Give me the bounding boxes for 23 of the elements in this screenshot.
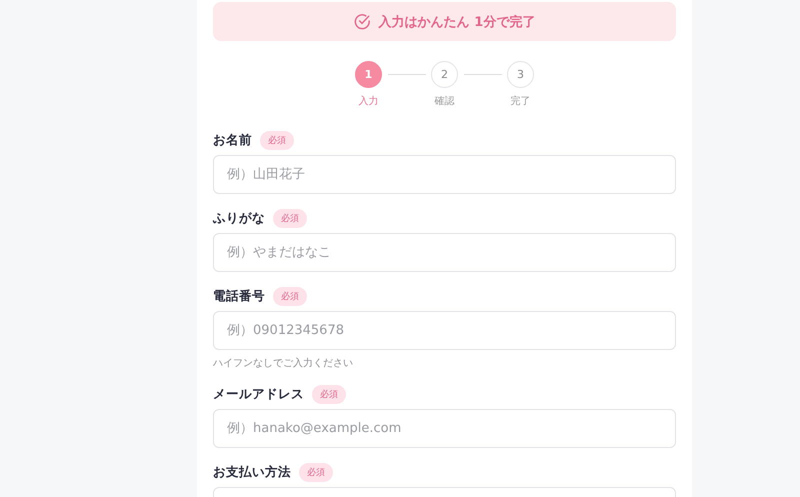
input-field[interactable]: 例）山田花子 (213, 155, 676, 194)
field-label: お支払い方法 (213, 464, 291, 480)
field-label: メールアドレス (213, 386, 304, 402)
step-label: 入力 (358, 94, 378, 108)
hint-text: ハイフンなしでご入力ください (213, 356, 354, 370)
required-badge: 必須 (299, 462, 333, 482)
required-badge: 必須 (312, 384, 346, 404)
banner-text: 入力はかんたん 1分で完了 (378, 14, 536, 30)
required-badge: 必須 (273, 286, 307, 306)
input-field[interactable]: 例）09012345678 (213, 311, 676, 350)
check-circle-icon (354, 13, 371, 30)
step-label: 確認 (434, 94, 454, 108)
step-label: 完了 (510, 94, 530, 108)
input-field[interactable]: 例）hanako@example.com (213, 409, 676, 448)
step-indicator: 1 (355, 61, 382, 88)
required-badge: 必須 (273, 208, 307, 228)
step-indicator: 2 (431, 61, 458, 88)
field-label: お名前 (213, 132, 252, 148)
field-label: ふりがな (213, 210, 265, 226)
input-field[interactable]: 例）やまだはなこ (213, 233, 676, 272)
required-badge: 必須 (260, 130, 294, 150)
step-indicator: 3 (507, 61, 534, 88)
field-label: 電話番号 (213, 288, 265, 304)
